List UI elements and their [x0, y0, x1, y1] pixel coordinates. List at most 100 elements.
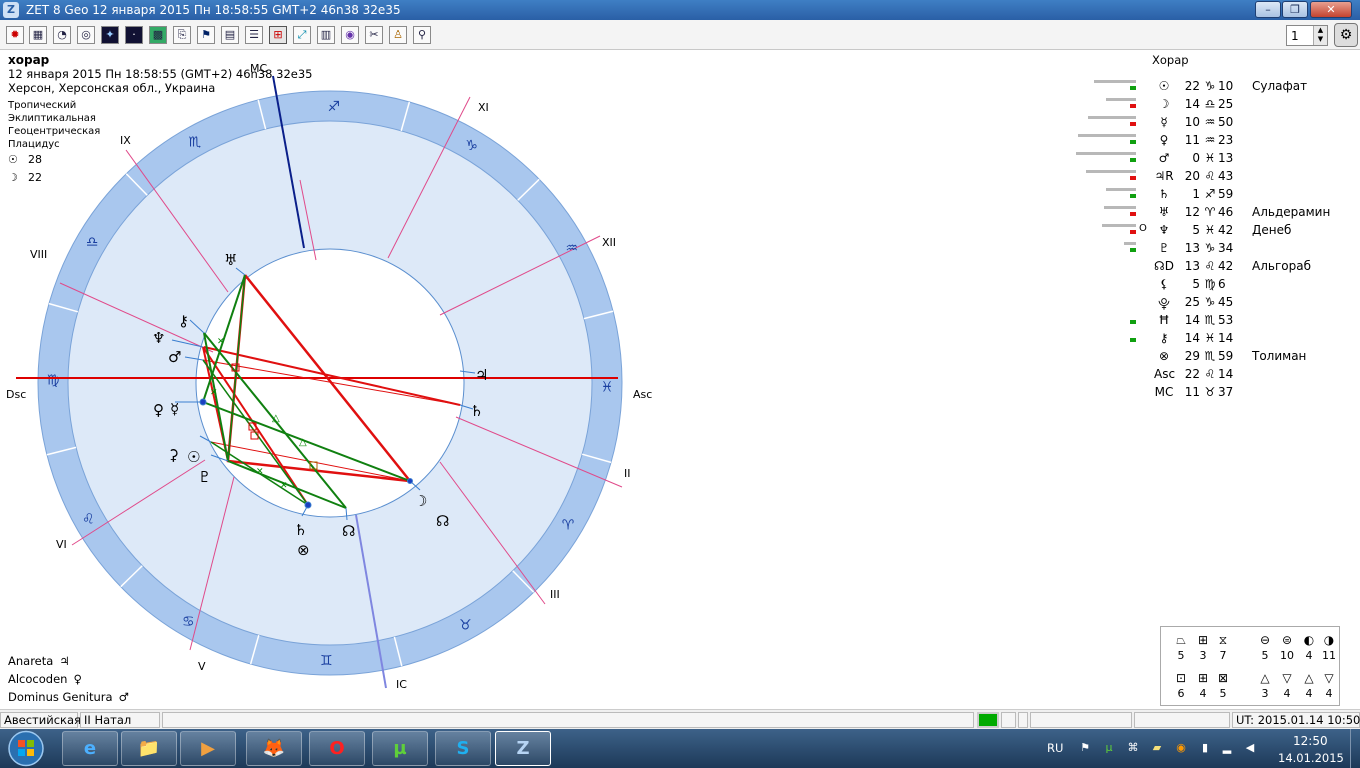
ie-taskbar-icon[interactable]: e: [62, 731, 118, 766]
planet-row[interactable]: ☊D 13 ♌ 42 Альгораб: [1070, 259, 1360, 277]
element-symbol-icon: ◐: [1303, 633, 1315, 647]
zet-taskbar-icon[interactable]: Z: [495, 731, 551, 766]
list-icon[interactable]: ▥: [317, 26, 335, 44]
planet-glyph: ☉: [1158, 79, 1170, 93]
planet-row[interactable]: ♄ 1 ♐ 59: [1070, 187, 1360, 205]
sun-icon: ☉: [8, 153, 18, 166]
planet-row[interactable]: ☿ 10 ♒ 50: [1070, 115, 1360, 133]
planet-sign: ♑: [1204, 79, 1216, 93]
power-tray-icon[interactable]: ▮: [1198, 741, 1212, 755]
chart-place: Херсон, Херсонская обл., Украина: [8, 81, 216, 95]
map-icon[interactable]: ▩: [149, 26, 167, 44]
planet-row[interactable]: ☉ 22 ♑ 10 Сулафат: [1070, 79, 1360, 97]
strength-bar: [1094, 80, 1136, 83]
opera-taskbar-icon[interactable]: O: [309, 731, 365, 766]
chart-type[interactable]: II Натал: [80, 712, 160, 728]
planet-row[interactable]: ⚸ 5 ♍ 6: [1070, 277, 1360, 295]
strength-bar: [1102, 224, 1136, 227]
options-button[interactable]: ⚙: [1334, 23, 1358, 47]
dignity-indicator: [1130, 140, 1136, 144]
utorrent-tray-icon[interactable]: µ: [1102, 741, 1116, 755]
dignity-indicator: [1130, 122, 1136, 126]
house-label-5: V: [198, 660, 206, 673]
clock-time[interactable]: 12:50: [1293, 734, 1328, 748]
planet-sign: ♒: [1204, 133, 1216, 147]
planet-glyph: ♀: [1159, 133, 1169, 147]
element-cell: △ 4: [1299, 671, 1319, 703]
page-icon[interactable]: ▤: [221, 26, 239, 44]
volume-tray-icon[interactable]: ◀: [1243, 741, 1257, 755]
dignity-indicator: [1130, 104, 1136, 108]
planet-icon[interactable]: ✦: [101, 26, 119, 44]
signal-tray-icon[interactable]: ▂: [1220, 741, 1234, 755]
planet-row[interactable]: ♂ 0 ♓ 13: [1070, 151, 1360, 169]
tools-icon[interactable]: ✂: [365, 26, 383, 44]
mars-glyph: ♂: [168, 348, 181, 366]
flag-tray-icon[interactable]: ⚑: [1078, 741, 1092, 755]
planet-deg: 29: [1184, 349, 1200, 363]
planet-row[interactable]: ⯓ 25 ♑ 45: [1070, 295, 1360, 313]
utorrent-taskbar-icon[interactable]: µ: [372, 731, 428, 766]
minimize-button[interactable]: –: [1255, 1, 1281, 18]
planet-sign: ♍: [1204, 277, 1216, 291]
planet-row[interactable]: Ħ 14 ♏ 53: [1070, 313, 1360, 331]
network-tray-icon[interactable]: ⌘: [1126, 741, 1140, 755]
planet-row[interactable]: ☽ 14 ♎ 25: [1070, 97, 1360, 115]
spinner-arrows[interactable]: ▲ ▼: [1313, 26, 1327, 45]
folder-tray-icon[interactable]: ▰: [1150, 741, 1164, 755]
table-icon[interactable]: ▦: [29, 26, 47, 44]
element-count: 5: [1219, 687, 1227, 700]
maximize-button[interactable]: ❐: [1282, 1, 1308, 18]
skype-taskbar-icon[interactable]: S: [435, 731, 491, 766]
flag-icon[interactable]: ⚑: [197, 26, 215, 44]
media-taskbar-icon[interactable]: ▶: [180, 731, 236, 766]
app-icon[interactable]: Z: [3, 2, 19, 18]
planet-row[interactable]: Asc 22 ♌ 14: [1070, 367, 1360, 385]
target-icon[interactable]: ◉: [341, 26, 359, 44]
stars-icon[interactable]: ·: [125, 26, 143, 44]
doc-icon[interactable]: ⎘: [173, 26, 191, 44]
planet-table-title: Хорар: [1152, 53, 1189, 67]
show-desktop-button[interactable]: [1350, 729, 1360, 768]
planet-sign: ♈: [1204, 205, 1216, 219]
circle-icon[interactable]: ◎: [77, 26, 95, 44]
planet-deg: 0: [1192, 151, 1200, 165]
chart-datetime: 12 января 2015 Пн 18:58:55 (GMT+2) 46n38…: [8, 67, 313, 81]
list-small-icon[interactable]: ☰: [245, 26, 263, 44]
planet-min: 59: [1218, 349, 1234, 363]
planet-row[interactable]: ♅ 12 ♈ 46 Альдерамин: [1070, 205, 1360, 223]
house-label-9: IX: [120, 134, 131, 147]
planet-row[interactable]: ♇ 13 ♑ 34: [1070, 241, 1360, 259]
planet-row[interactable]: ♀ 11 ♒ 23: [1070, 133, 1360, 151]
chart-icon[interactable]: ⊞: [269, 26, 287, 44]
planet-row[interactable]: O ♆ 5 ♓ 42 Денеб: [1070, 223, 1360, 241]
planet-row[interactable]: MC 11 ♉ 37: [1070, 385, 1360, 403]
element-count: 5: [1261, 649, 1269, 662]
planet-min: 53: [1218, 313, 1234, 327]
page-spinner[interactable]: 1 ▲ ▼: [1286, 25, 1328, 46]
house-label-2: II: [624, 467, 631, 480]
language-indicator[interactable]: RU: [1047, 741, 1063, 755]
planet-star: Альгораб: [1252, 259, 1311, 273]
strength-bar: [1086, 170, 1136, 173]
gear-red-icon[interactable]: ✹: [6, 26, 24, 44]
person-icon[interactable]: ♙: [389, 26, 407, 44]
zodiac-mode[interactable]: Авестийская: [0, 712, 81, 728]
natal-wheel[interactable]: ♉♊♋♌♍♎♏♐♑♒♓♈ MC XI XII Asc II III IC V V…: [0, 50, 1140, 710]
clock-date[interactable]: 14.01.2015: [1278, 751, 1344, 765]
explorer-taskbar-icon[interactable]: 📁: [121, 731, 177, 766]
planet-row[interactable]: ♃R 20 ♌ 43: [1070, 169, 1360, 187]
avast-tray-icon[interactable]: ◉: [1174, 741, 1188, 755]
planet-deg: 5: [1192, 277, 1200, 291]
close-button[interactable]: ✕: [1310, 1, 1352, 18]
start-button[interactable]: [6, 729, 46, 768]
planet-row[interactable]: ⊗ 29 ♏ 59 Толиман: [1070, 349, 1360, 367]
firefox-taskbar-icon[interactable]: 🦊: [246, 731, 302, 766]
wheel-icon[interactable]: ◔: [53, 26, 71, 44]
status-cell-2: [1018, 712, 1028, 728]
pin-icon[interactable]: ⚲: [413, 26, 431, 44]
resize-icon[interactable]: ⤢: [293, 26, 311, 44]
element-cell: ⧖ 7: [1213, 633, 1233, 665]
planet-row[interactable]: ⚷ 14 ♓ 14: [1070, 331, 1360, 349]
element-count: 10: [1280, 649, 1294, 662]
